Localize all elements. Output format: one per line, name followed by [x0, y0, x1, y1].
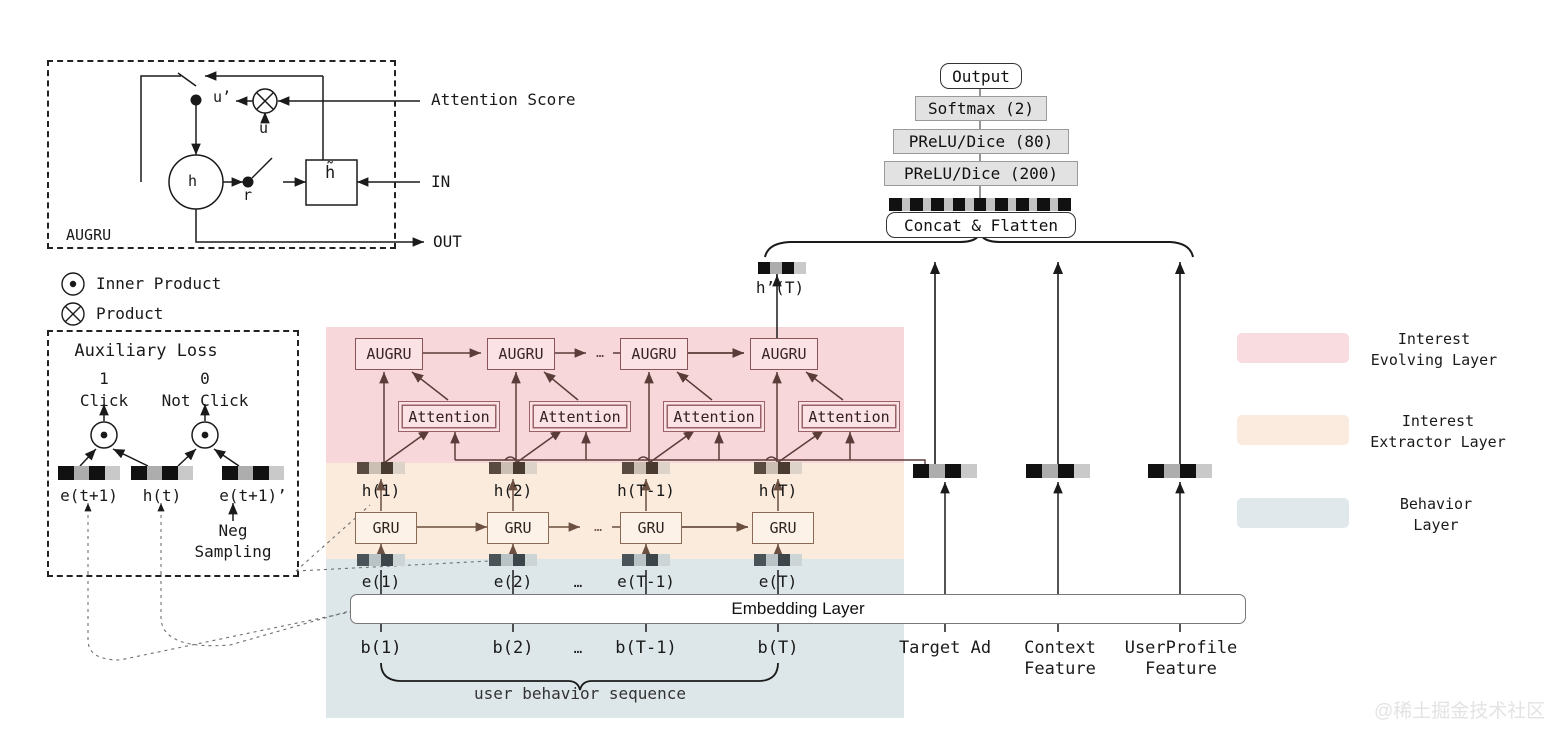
legend-swatch-behavior	[1237, 498, 1349, 528]
embedding-vector-bar-2	[489, 554, 537, 566]
legend-label-interest-extractor: Interest Extractor Layer	[1370, 412, 1506, 451]
legend-label-interest-evolving: Interest Evolving Layer	[1370, 330, 1498, 369]
inner-product-legend-label: Inner Product	[96, 274, 222, 293]
embedding-layer-bar[interactable]: Embedding Layer	[350, 594, 1246, 624]
augru-ellipsis: …	[596, 346, 604, 361]
h-prime-t-label: h’(T)	[755, 278, 805, 297]
aux-vector-label-2: e(t+1)’	[219, 486, 287, 505]
augru-cell-3[interactable]: AUGRU	[620, 338, 688, 370]
hidden-vector-bar-1	[357, 462, 405, 474]
embedding-label-1: e(1)	[361, 572, 401, 591]
product-legend-label: Product	[96, 304, 164, 323]
side-feature-label-userprofile: UserProfile Feature	[1124, 638, 1238, 679]
behavior-sequence-caption: user behavior sequence	[474, 684, 686, 703]
aux-vector-label-1: h(t)	[142, 486, 182, 505]
behavior-label-3: b(T-1)	[615, 638, 677, 658]
embedding-vector-bar-3	[622, 554, 670, 566]
target-ad-vector-bar	[913, 464, 977, 478]
out-label: OUT	[433, 232, 462, 251]
attention-unit-3[interactable]: Attention	[663, 401, 765, 432]
hidden-vector-bar-4	[754, 462, 802, 474]
behavior-label-4: b(T)	[757, 638, 799, 658]
embedding-vector-bar-4	[754, 554, 802, 566]
hidden-label-1: h(1)	[361, 481, 401, 500]
symbol-legend-glyphs	[61, 272, 85, 326]
embedding-vector-bar-1	[357, 554, 405, 566]
context-feature-vector-bar	[1026, 464, 1090, 478]
behavior-label-2: b(2)	[492, 638, 534, 658]
embedding-ellipsis: …	[573, 575, 583, 591]
aux-negative-label: Not Click	[161, 391, 249, 410]
mlp-softmax-layer: Softmax (2)	[915, 96, 1047, 121]
output-node: Output	[940, 63, 1022, 89]
aux-positive-value: 1	[99, 369, 109, 388]
augru-cell-4[interactable]: AUGRU	[750, 338, 818, 370]
concat-input-arrows	[771, 261, 1186, 470]
watermark: @稀土掘金技术社区	[1374, 701, 1546, 722]
augru-u-prime-label: u’	[213, 88, 232, 106]
side-feature-label-context: Context Feature	[1024, 638, 1096, 679]
hidden-vector-bar-3	[622, 462, 670, 474]
hidden-label-2: h(2)	[493, 481, 533, 500]
embedding-label-2: e(2)	[493, 572, 533, 591]
legend-label-behavior: Behavior Layer	[1399, 495, 1473, 534]
aux-negative-value: 0	[200, 369, 210, 388]
augru-cell-2[interactable]: AUGRU	[487, 338, 555, 370]
gru-chain-arrows	[376, 478, 783, 556]
auxiliary-loss-title: Auxiliary Loss	[74, 341, 218, 361]
attention-unit-1[interactable]: Attention	[398, 401, 500, 432]
gru-cell-3[interactable]: GRU	[620, 512, 682, 544]
behavior-ellipsis: …	[573, 641, 583, 657]
concat-flatten-node: Concat & Flatten	[886, 212, 1076, 238]
diagram-canvas: AUGRU h h̃ u u’ r Attention Score IN OUT…	[0, 0, 1548, 732]
side-feature-label-target-ad: Target Ad	[898, 638, 992, 658]
neg-sampling-label: Neg Sampling	[194, 521, 272, 561]
augru-chain-arrows	[421, 274, 782, 358]
attention-unit-2[interactable]: Attention	[529, 401, 631, 432]
hidden-label-4: h(T)	[758, 481, 798, 500]
augru-cell-title: AUGRU	[66, 226, 112, 244]
aux-vector-bar-e-t1	[58, 466, 120, 480]
augru-h-label: h	[188, 172, 198, 190]
legend-swatch-interest-extractor	[1237, 415, 1349, 445]
gru-cell-2[interactable]: GRU	[487, 512, 549, 544]
mlp-prelu-80-layer: PReLU/Dice (80)	[893, 129, 1069, 154]
in-label: IN	[431, 172, 451, 191]
mlp-prelu-200-layer: PReLU/Dice (200)	[884, 161, 1078, 186]
aux-vector-bar-e-t1-neg	[222, 466, 284, 480]
userprofile-feature-vector-bar	[1148, 464, 1212, 478]
embedding-label-4: e(T)	[758, 572, 798, 591]
hidden-vector-bar-2	[489, 462, 537, 474]
legend-swatch-interest-evolving	[1237, 333, 1349, 363]
aux-vector-label-0: e(t+1)	[60, 486, 118, 505]
gru-ellipsis: …	[594, 520, 602, 535]
embedding-label-3: e(T-1)	[617, 572, 675, 591]
hidden-label-3: h(T-1)	[617, 481, 675, 500]
aux-positive-label: Click	[79, 391, 129, 410]
aux-vector-bar-h-t	[131, 466, 193, 480]
augru-cell-1[interactable]: AUGRU	[355, 338, 423, 370]
gru-cell-1[interactable]: GRU	[355, 512, 417, 544]
concat-vector-bar	[889, 198, 1072, 211]
augru-u-label: u	[259, 119, 269, 137]
behavior-label-1: b(1)	[360, 638, 402, 658]
attention-score-label: Attention Score	[431, 90, 576, 109]
gru-cell-4[interactable]: GRU	[752, 512, 814, 544]
attention-unit-4[interactable]: Attention	[798, 401, 900, 432]
augru-r-label: r	[243, 186, 253, 204]
augru-h-tilde-label: h̃	[325, 163, 336, 183]
h-prime-t-vector-bar	[758, 262, 806, 274]
